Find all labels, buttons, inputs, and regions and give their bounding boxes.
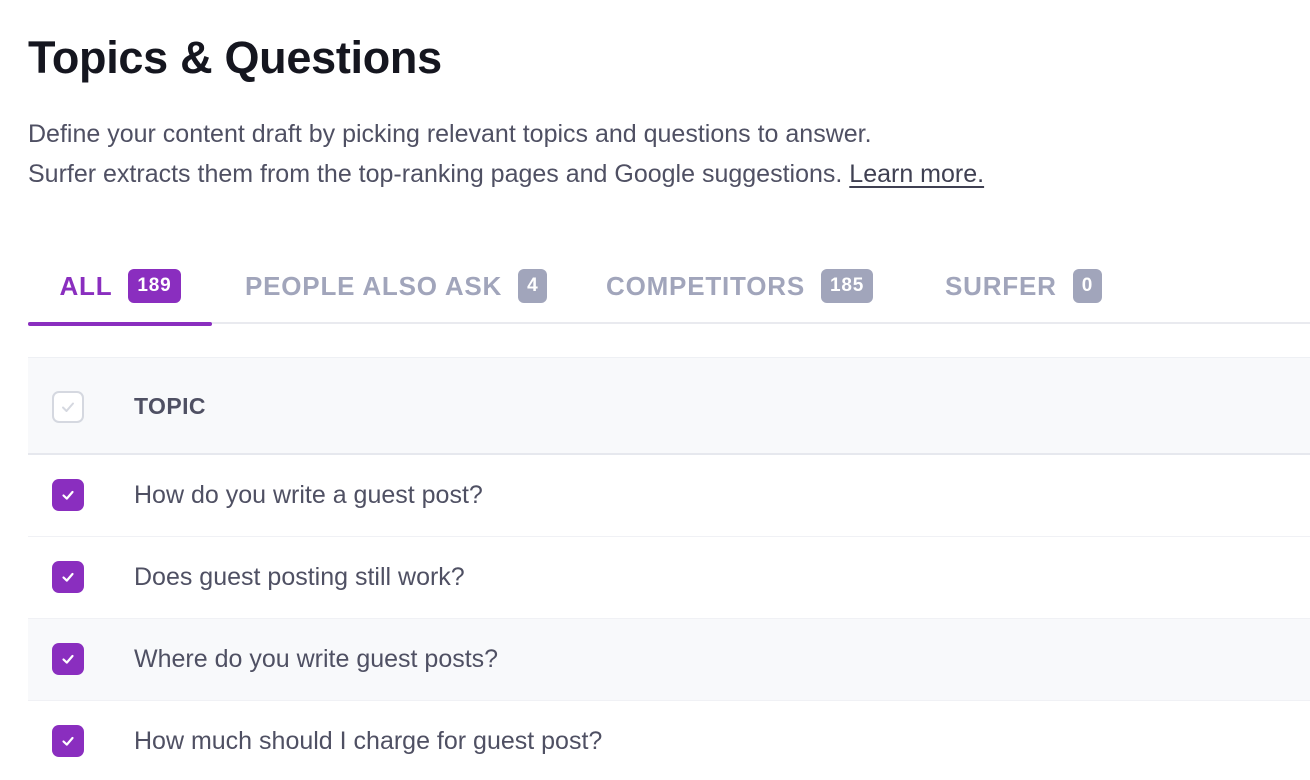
page-description: Define your content draft by picking rel… (28, 114, 984, 194)
topic-text: Does guest posting still work? (134, 563, 465, 591)
check-icon (62, 402, 74, 412)
description-line-1: Define your content draft by picking rel… (28, 120, 872, 148)
check-icon (62, 736, 74, 746)
tab-all[interactable]: ALL 189 (28, 248, 212, 326)
table-header: TOPIC (28, 357, 1310, 455)
tab-all-label: ALL (59, 270, 113, 301)
topic-column-header: TOPIC (134, 393, 206, 419)
topic-source-tabs: ALL 189 PEOPLE ALSO ASK 4 COMPETITORS 18… (28, 248, 1310, 326)
topic-text: Where do you write guest posts? (134, 645, 499, 673)
tab-all-count-badge: 189 (128, 269, 181, 303)
tab-surfer[interactable]: SURFER 0 (945, 248, 1103, 324)
tab-competitors-label: COMPETITORS (606, 270, 806, 301)
table-row: How do you write a guest post? (28, 455, 1310, 537)
tab-people-also-ask-label: PEOPLE ALSO ASK (245, 270, 503, 301)
topics-questions-page: Topics & Questions Define your content d… (0, 0, 1310, 780)
description-line-2: Surfer extracts them from the top-rankin… (28, 154, 984, 194)
tab-people-also-ask-count-badge: 4 (518, 269, 548, 303)
tab-competitors[interactable]: COMPETITORS 185 (606, 248, 874, 324)
row-checkbox[interactable] (52, 643, 84, 675)
table-row: Where do you write guest posts? (28, 619, 1310, 701)
description-line-2-text: Surfer extracts them from the top-rankin… (28, 160, 843, 188)
table-row: How much should I charge for guest post? (28, 701, 1310, 780)
row-checkbox[interactable] (52, 561, 84, 593)
table-row: Does guest posting still work? (28, 537, 1310, 619)
tab-surfer-count-badge: 0 (1072, 269, 1103, 303)
row-checkbox[interactable] (52, 479, 84, 511)
tab-surfer-label: SURFER (945, 270, 1057, 301)
tab-people-also-ask[interactable]: PEOPLE ALSO ASK 4 (245, 248, 548, 324)
page-title: Topics & Questions (28, 32, 442, 83)
learn-more-link[interactable]: Learn more. (849, 160, 984, 188)
row-checkbox[interactable] (52, 725, 84, 757)
select-all-checkbox[interactable] (52, 391, 84, 423)
check-icon (62, 572, 74, 582)
check-icon (62, 490, 74, 500)
check-icon (62, 654, 74, 664)
topic-text: How much should I charge for guest post? (134, 727, 603, 755)
topics-table: TOPIC How do you write a guest post? Doe… (28, 357, 1310, 780)
topic-text: How do you write a guest post? (134, 481, 483, 509)
tab-competitors-count-badge: 185 (821, 269, 874, 303)
